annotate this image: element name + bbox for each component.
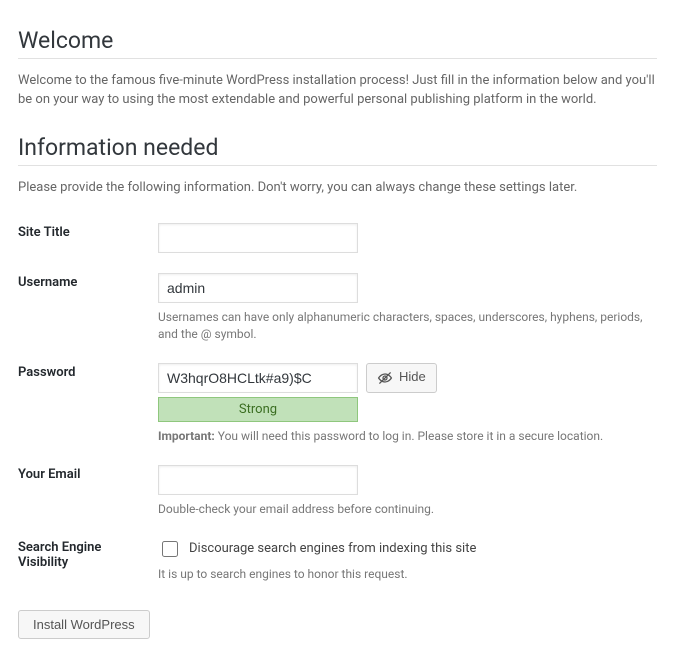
site-title-label: Site Title — [18, 213, 158, 263]
search-visibility-hint: It is up to search engines to honor this… — [158, 566, 657, 583]
welcome-intro: Welcome to the famous five-minute WordPr… — [18, 71, 657, 110]
welcome-heading: Welcome — [18, 18, 657, 59]
site-title-input[interactable] — [158, 223, 358, 253]
hide-button-label: Hide — [399, 369, 426, 386]
password-important-label: Important: — [158, 429, 215, 443]
info-needed-heading: Information needed — [18, 125, 657, 166]
password-label: Password — [18, 353, 158, 455]
password-important: Important: You will need this password t… — [158, 428, 657, 445]
search-visibility-checkbox-label[interactable]: Discourage search engines from indexing … — [189, 541, 476, 556]
username-label: Username — [18, 263, 158, 353]
username-input[interactable] — [158, 273, 358, 303]
password-strength-meter: Strong — [158, 397, 358, 422]
search-visibility-checkbox[interactable] — [162, 541, 178, 557]
info-instruction: Please provide the following information… — [18, 178, 657, 198]
hide-password-button[interactable]: Hide — [366, 363, 437, 393]
password-important-text: You will need this password to log in. P… — [215, 429, 603, 443]
email-hint: Double-check your email address before c… — [158, 501, 657, 518]
username-hint: Usernames can have only alphanumeric cha… — [158, 309, 657, 343]
eye-slash-icon — [377, 370, 393, 386]
password-input[interactable] — [158, 363, 358, 393]
install-wordpress-button[interactable]: Install WordPress — [18, 610, 150, 639]
email-input[interactable] — [158, 465, 358, 495]
search-visibility-label: Search Engine Visibility — [18, 528, 158, 593]
email-label: Your Email — [18, 455, 158, 528]
